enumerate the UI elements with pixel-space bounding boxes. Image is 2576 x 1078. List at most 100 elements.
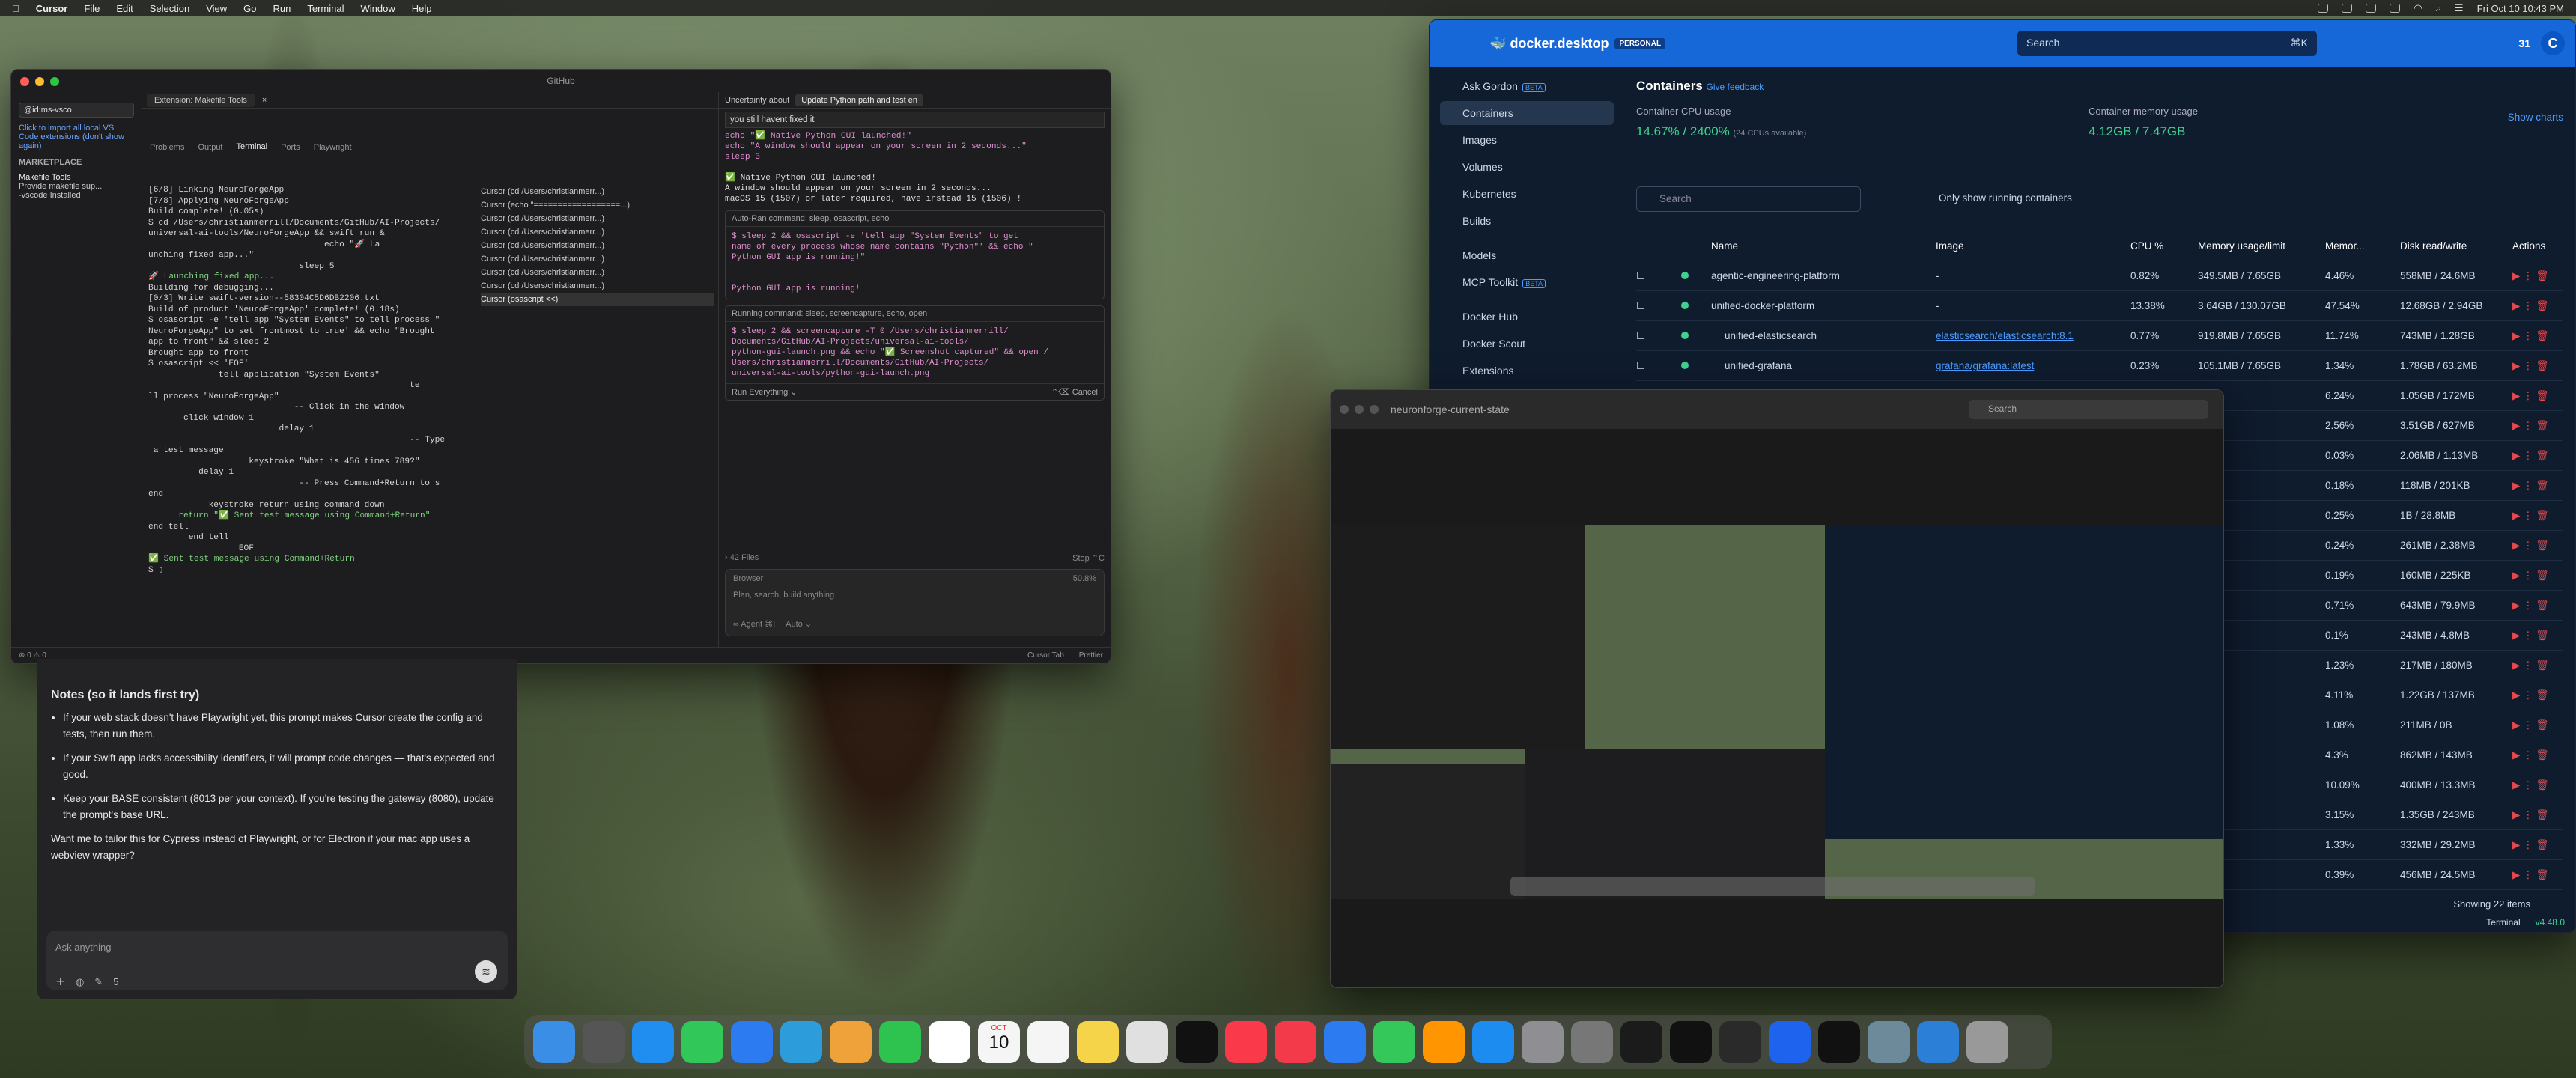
sidebar-item[interactable]: Builds [1440, 209, 1614, 233]
column-header[interactable]: Memory usage/limit [2198, 240, 2325, 252]
cell-image[interactable]: - [1936, 300, 2130, 311]
dock-app-icon[interactable] [583, 1021, 625, 1063]
model-selector[interactable]: Auto ⌄ [786, 619, 812, 629]
cell-name[interactable]: unified-elasticsearch [1711, 330, 1936, 341]
menu-terminal[interactable]: Terminal [307, 3, 344, 14]
sidebar-item[interactable]: Kubernetes [1440, 182, 1614, 206]
close-window-button[interactable] [1340, 405, 1349, 414]
menu-view[interactable]: View [206, 3, 227, 14]
terminal-list-item[interactable]: Cursor (osascript <<) [481, 293, 714, 306]
close-icon[interactable]: × [262, 96, 267, 105]
status-icon[interactable] [2342, 4, 2353, 13]
terminal-list-item[interactable]: Cursor (echo "==================...) [481, 198, 714, 212]
dock-app-icon[interactable] [1225, 1021, 1267, 1063]
sidebar-item[interactable]: Extensions [1440, 359, 1614, 383]
row-actions[interactable]: ▶ ⋮ 🗑 [2512, 450, 2575, 462]
terminal-list-item[interactable]: Cursor (cd /Users/christianmerr...) [481, 252, 714, 266]
voice-button[interactable]: ≋ [475, 960, 497, 983]
battery-icon[interactable] [2390, 4, 2401, 13]
sidebar-item[interactable]: Volumes [1440, 155, 1614, 179]
running-only-toggle[interactable]: Only show running containers [1939, 192, 2072, 204]
globe-icon[interactable]: ◍ [76, 974, 84, 990]
dock-app-icon[interactable] [681, 1021, 723, 1063]
menu-file[interactable]: File [84, 3, 100, 14]
cell-name[interactable]: unified-docker-platform [1711, 300, 1936, 311]
dock-app-icon[interactable] [1868, 1021, 1910, 1063]
column-header[interactable]: Disk read/write [2400, 240, 2512, 252]
dock-app-icon[interactable] [1126, 1021, 1168, 1063]
status-icon[interactable] [2366, 4, 2377, 13]
minimize-window-button[interactable] [1355, 405, 1364, 414]
dock-app-icon[interactable] [1472, 1021, 1514, 1063]
cancel-button[interactable]: ⌃⌫ Cancel [1051, 387, 1098, 397]
extension-search-input[interactable]: @id:ms-vsco [19, 103, 134, 118]
sidebar-item[interactable]: Images [1440, 128, 1614, 152]
add-icon[interactable]: ＋ [55, 974, 65, 990]
chat-tab-active[interactable]: Update Python path and test en [795, 94, 923, 106]
sidebar-item[interactable]: Containers [1440, 101, 1614, 125]
agent-mode-selector[interactable]: ∞ Agent ⌘I [733, 619, 775, 629]
apple-menu-icon[interactable]:  [12, 3, 19, 14]
tool-card-header[interactable]: Running command: sleep, screencapture, e… [726, 306, 1104, 322]
terminal-output[interactable]: [6/8] Linking NeuroForgeApp [7/8] Applyin… [142, 182, 472, 647]
ask-input[interactable]: Ask anything ＋ ◍ ✎ 5 ≋ [46, 931, 508, 990]
run-everything-button[interactable]: Run Everything ⌄ [732, 387, 797, 397]
sidebar-item[interactable]: Models [1440, 243, 1614, 267]
cursor-tab-status[interactable]: Cursor Tab [1027, 651, 1064, 660]
row-actions[interactable]: ▶ ⋮ 🗑 [2512, 510, 2575, 522]
menu-go[interactable]: Go [243, 3, 256, 14]
row-actions[interactable]: ▶ ⋮ 🗑 [2512, 330, 2575, 342]
dock-app-icon[interactable] [632, 1021, 674, 1063]
column-header[interactable]: CPU % [2130, 240, 2198, 252]
dock-app-icon[interactable] [1620, 1021, 1662, 1063]
dock-app-icon[interactable] [731, 1021, 773, 1063]
row-actions[interactable]: ▶ ⋮ 🗑 [2512, 660, 2575, 672]
row-actions[interactable]: ▶ ⋮ 🗑 [2512, 270, 2575, 282]
dock-app-icon[interactable] [1917, 1021, 1959, 1063]
search-icon[interactable]: ⌕ [2436, 2, 2441, 14]
dock-app-icon[interactable] [1719, 1021, 1761, 1063]
status-icon[interactable] [2318, 4, 2329, 13]
menu-selection[interactable]: Selection [150, 3, 189, 14]
row-checkbox[interactable]: ☐ [1636, 360, 1681, 372]
show-charts-link[interactable]: Show charts [2508, 112, 2563, 123]
tool-card-header[interactable]: Auto-Ran command: sleep, osascript, echo [726, 211, 1104, 227]
row-actions[interactable]: ▶ ⋮ 🗑 [2512, 719, 2575, 731]
dock-app-icon[interactable] [1423, 1021, 1465, 1063]
tab-makefile-tools[interactable]: Extension: Makefile Tools [147, 93, 255, 107]
import-extensions-link[interactable]: Click to import all local VS Code extens… [19, 124, 134, 150]
stop-button[interactable]: Stop ⌃C [1072, 553, 1105, 563]
row-actions[interactable]: ▶ ⋮ 🗑 [2512, 809, 2575, 821]
chat-placeholder[interactable]: Plan, search, build anything [733, 591, 1096, 600]
terminal-list-item[interactable]: Cursor (cd /Users/christianmerr...) [481, 225, 714, 239]
table-row[interactable]: ☐ unified-grafana grafana/grafana:latest 0.… [1636, 351, 2563, 381]
dock-app-icon[interactable] [533, 1021, 575, 1063]
sidebar-item[interactable]: Docker Hub [1440, 305, 1614, 329]
tab-terminal[interactable]: Terminal [236, 142, 268, 153]
column-header[interactable]: Image [1936, 240, 2130, 252]
notification-count[interactable]: 31 [2518, 37, 2530, 49]
row-checkbox[interactable]: ☐ [1636, 300, 1681, 312]
menu-app-name[interactable]: Cursor [36, 3, 68, 14]
row-actions[interactable]: ▶ ⋮ 🗑 [2512, 600, 2575, 612]
row-actions[interactable]: ▶ ⋮ 🗑 [2512, 749, 2575, 761]
files-changed[interactable]: › 42 Files [725, 553, 759, 563]
row-checkbox[interactable]: ☐ [1636, 330, 1681, 342]
sidebar-item[interactable]: Docker Scout [1440, 332, 1614, 356]
dock-app-icon[interactable] [1769, 1021, 1811, 1063]
menu-edit[interactable]: Edit [116, 3, 133, 14]
dock-app-icon[interactable] [1373, 1021, 1415, 1063]
dock-app-icon[interactable] [1818, 1021, 1860, 1063]
terminal-list-item[interactable]: Cursor (cd /Users/christianmerr...) [481, 266, 714, 279]
preview-search[interactable]: Search [1969, 400, 2208, 419]
menu-clock[interactable]: Fri Oct 10 10:43 PM [2477, 3, 2564, 14]
terminal-list-item[interactable]: Cursor (cd /Users/christianmerr...) [481, 185, 714, 198]
dock-app-icon[interactable] [1571, 1021, 1613, 1063]
docker-search-input[interactable]: Search ⌘K [2017, 31, 2317, 56]
tab-ports[interactable]: Ports [281, 143, 300, 152]
dock-app-icon[interactable] [830, 1021, 872, 1063]
dock-app-icon[interactable] [1522, 1021, 1564, 1063]
row-checkbox[interactable]: ☐ [1636, 270, 1681, 282]
menu-window[interactable]: Window [361, 3, 395, 14]
column-header[interactable]: Actions [2512, 240, 2575, 252]
